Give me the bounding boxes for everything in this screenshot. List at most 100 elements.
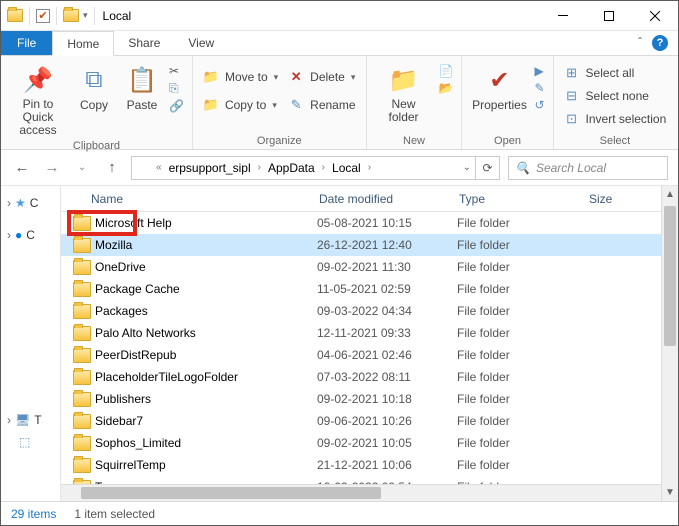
copy-button[interactable]: ⧉Copy — [73, 60, 115, 112]
paste-button[interactable]: 📋Paste — [121, 60, 163, 112]
file-date: 04-06-2021 02:46 — [317, 348, 457, 362]
file-name: Packages — [95, 304, 317, 318]
file-name: Sidebar7 — [95, 414, 317, 428]
tab-home[interactable]: Home — [52, 31, 114, 56]
table-row[interactable]: Mozilla26-12-2021 12:40File folder — [61, 234, 678, 256]
history-icon[interactable]: ↺ — [534, 98, 544, 112]
table-row[interactable]: Sophos_Limited09-02-2021 10:05File folde… — [61, 432, 678, 454]
column-type[interactable]: Type — [459, 192, 589, 206]
open-icon[interactable]: ▶ — [534, 64, 544, 78]
edit-icon[interactable]: ✎ — [534, 81, 544, 95]
folder-icon — [73, 414, 91, 429]
file-date: 09-06-2021 10:26 — [317, 414, 457, 428]
vertical-scrollbar[interactable]: ▲ ▼ — [661, 186, 678, 501]
nav-tree-item[interactable] — [5, 294, 56, 313]
scrollbar-thumb[interactable] — [81, 487, 381, 499]
file-date: 09-02-2021 10:18 — [317, 392, 457, 406]
table-row[interactable]: Publishers09-02-2021 10:18File folder — [61, 388, 678, 410]
properties-button[interactable]: ✔Properties — [470, 60, 528, 112]
file-type: File folder — [457, 436, 587, 450]
column-name[interactable]: Name — [91, 192, 319, 206]
folder-icon — [73, 392, 91, 407]
table-row[interactable]: Sidebar709-06-2021 10:26File folder — [61, 410, 678, 432]
nav-this-pc[interactable]: ›🖥T — [5, 409, 56, 431]
nav-tree-item[interactable] — [5, 256, 56, 275]
new-item-icon[interactable]: 📄 — [439, 64, 454, 78]
breadcrumb[interactable]: erpsupport_sipl — [167, 161, 253, 175]
delete-button[interactable]: ✕Delete — [286, 68, 357, 86]
file-type: File folder — [457, 216, 587, 230]
cut-icon[interactable]: ✂ — [169, 64, 184, 78]
folder-icon — [63, 9, 79, 22]
tab-share[interactable]: Share — [114, 31, 174, 55]
up-button[interactable]: ↑ — [101, 157, 123, 179]
nav-tree-item[interactable] — [5, 332, 56, 351]
file-type: File folder — [457, 458, 587, 472]
file-name: Publishers — [95, 392, 317, 406]
minimize-button[interactable] — [540, 1, 586, 31]
copy-path-icon[interactable]: ⎘ — [169, 81, 184, 96]
horizontal-scrollbar[interactable] — [61, 484, 661, 501]
file-type: File folder — [457, 282, 587, 296]
folder-icon — [73, 436, 91, 451]
file-list: Name Date modified Type Size Microsoft H… — [61, 186, 678, 501]
refresh-button[interactable]: ⟳ — [476, 156, 500, 180]
group-organize: 📁Move to 📁Copy to ✕Delete ✎Rename Organi… — [193, 56, 367, 149]
folder-icon — [73, 458, 91, 473]
address-bar[interactable]: « erpsupport_sipl› AppData› Local› ⌄ — [131, 156, 476, 180]
tab-view[interactable]: View — [174, 31, 228, 55]
file-date: 07-03-2022 08:11 — [317, 370, 457, 384]
breadcrumb[interactable]: AppData — [266, 161, 317, 175]
invert-selection-button[interactable]: ⊡Invert selection — [562, 110, 669, 128]
move-to-button[interactable]: 📁Move to — [201, 68, 280, 86]
copy-to-button[interactable]: 📁Copy to — [201, 96, 280, 114]
easy-access-icon[interactable]: 📂 — [439, 81, 454, 95]
scroll-down-icon[interactable]: ▼ — [662, 484, 678, 501]
scrollbar-thumb[interactable] — [664, 206, 676, 346]
nav-tree-item[interactable] — [5, 370, 56, 389]
table-row[interactable]: Packages09-03-2022 04:34File folder — [61, 300, 678, 322]
paste-shortcut-icon[interactable]: 🔗 — [169, 99, 184, 113]
pin-to-quick-access-button[interactable]: 📌Pin to Quick access — [9, 60, 67, 138]
table-row[interactable]: SquirrelTemp21-12-2021 10:06File folder — [61, 454, 678, 476]
new-folder-button[interactable]: 📁New folder — [375, 60, 433, 124]
column-headers[interactable]: Name Date modified Type Size — [61, 186, 678, 212]
close-button[interactable] — [632, 1, 678, 31]
table-row[interactable]: PlaceholderTileLogoFolder07-03-2022 08:1… — [61, 366, 678, 388]
folder-icon — [73, 282, 91, 297]
status-item-count: 29 items — [11, 507, 56, 521]
help-icon[interactable]: ? — [652, 35, 668, 51]
folder-icon — [73, 216, 91, 231]
nav-tree-item[interactable]: ⬚ — [5, 431, 56, 453]
table-row[interactable]: OneDrive09-02-2021 11:30File folder — [61, 256, 678, 278]
forward-button[interactable]: → — [41, 157, 63, 179]
nav-tree-item[interactable] — [5, 275, 56, 294]
file-type: File folder — [457, 348, 587, 362]
recent-locations-button[interactable]: ⌄ — [71, 157, 93, 179]
nav-tree-item[interactable] — [5, 313, 56, 332]
maximize-button[interactable] — [586, 1, 632, 31]
file-date: 09-03-2022 04:34 — [317, 304, 457, 318]
group-clipboard: 📌Pin to Quick access ⧉Copy 📋Paste ✂ ⎘ 🔗 … — [1, 56, 193, 149]
file-date: 09-02-2021 10:05 — [317, 436, 457, 450]
nav-tree-item[interactable] — [5, 351, 56, 370]
table-row[interactable]: Microsoft Help05-08-2021 10:15File folde… — [61, 212, 678, 234]
collapse-ribbon-icon[interactable]: ˆ — [638, 35, 642, 49]
scroll-up-icon[interactable]: ▲ — [662, 186, 678, 203]
table-row[interactable]: PeerDistRepub04-06-2021 02:46File folder — [61, 344, 678, 366]
table-row[interactable]: Package Cache11-05-2021 02:59File folder — [61, 278, 678, 300]
navigation-pane[interactable]: ›★C ›●C ›🖥T ⬚ — [1, 186, 61, 501]
tab-file[interactable]: File — [1, 31, 52, 55]
back-button[interactable]: ← — [11, 157, 33, 179]
ribbon: 📌Pin to Quick access ⧉Copy 📋Paste ✂ ⎘ 🔗 … — [1, 56, 678, 150]
table-row[interactable]: Palo Alto Networks12-11-2021 09:33File f… — [61, 322, 678, 344]
rename-button[interactable]: ✎Rename — [286, 96, 357, 114]
search-input[interactable]: 🔍 Search Local — [508, 156, 668, 180]
column-date[interactable]: Date modified — [319, 192, 459, 206]
select-none-button[interactable]: ⊟Select none — [562, 87, 669, 105]
nav-onedrive[interactable]: ›●C — [5, 224, 56, 246]
qat-check-icon[interactable]: ✔ — [36, 9, 50, 23]
breadcrumb[interactable]: Local — [330, 161, 363, 175]
select-all-button[interactable]: ⊞Select all — [562, 64, 669, 82]
nav-quick-access[interactable]: ›★C — [5, 192, 56, 214]
